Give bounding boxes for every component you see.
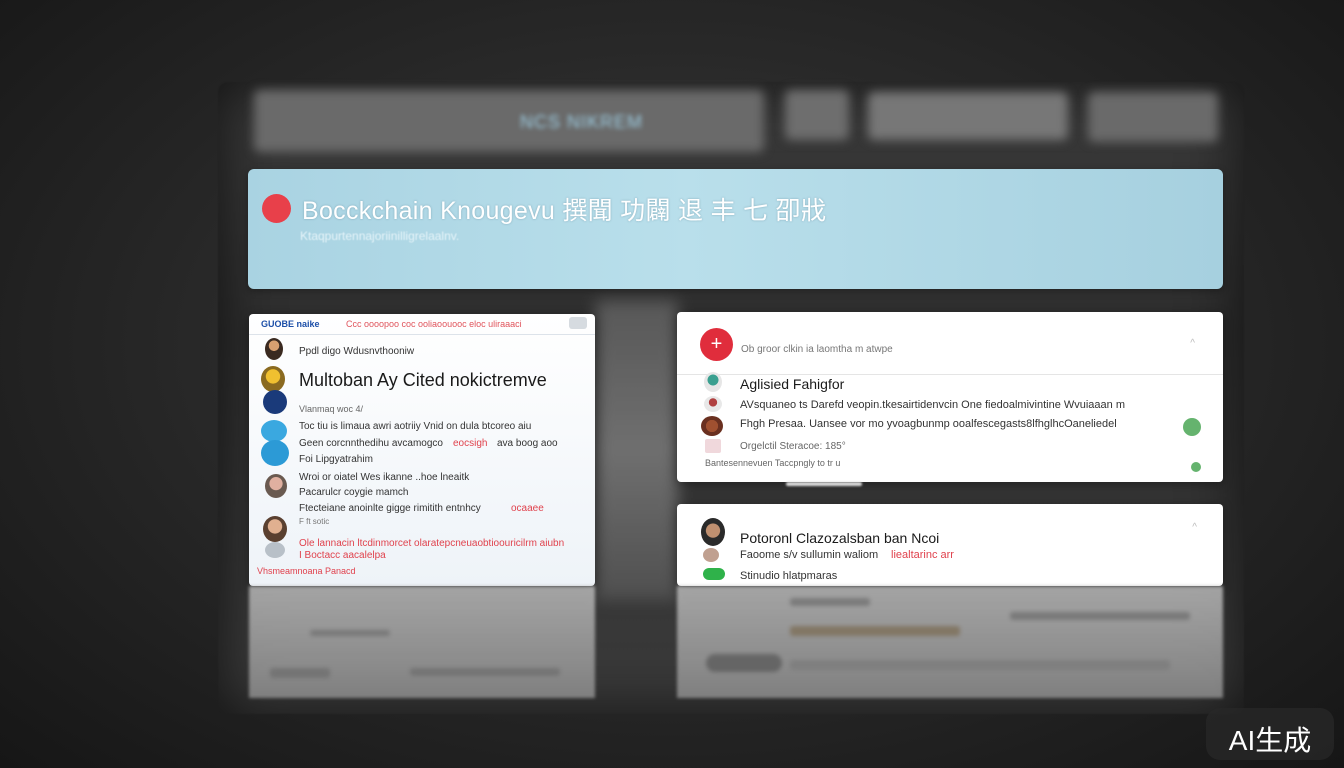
avatar bbox=[265, 338, 283, 360]
list-item: Ole lannacin ltcdinmorcet olaratepcneuao… bbox=[299, 538, 565, 549]
avatar bbox=[705, 439, 721, 453]
check-icon[interactable] bbox=[1183, 418, 1201, 436]
red-dot-icon bbox=[262, 194, 291, 223]
list-item: Ppdl digo Wdusnvthooniw bbox=[299, 346, 415, 357]
right-card-reflection bbox=[677, 586, 1223, 698]
plus-icon[interactable]: + bbox=[700, 328, 733, 361]
reflection-row bbox=[790, 598, 870, 606]
right-card-secondary[interactable]: Potoronl Clazozalsban ban Ncoi Faoome s/… bbox=[677, 504, 1223, 586]
avatar bbox=[261, 440, 289, 466]
card-footer[interactable]: Bantesennevuen Taccpngly to tr u bbox=[705, 458, 840, 468]
avatar bbox=[265, 474, 287, 498]
connector bbox=[786, 482, 862, 486]
list-item: ava boog aoo bbox=[497, 438, 558, 449]
avatar bbox=[263, 516, 287, 542]
right-card-primary[interactable]: + Ob groor clkin ia laomtha m atwpe ^ Ag… bbox=[677, 312, 1223, 482]
avatar bbox=[703, 548, 719, 562]
banner-title: Bocckchain Knougevu 撰聞 功闢 退 丰 七 卲戕 bbox=[302, 197, 827, 225]
list-item: Foi Lipgyatrahim bbox=[299, 454, 373, 465]
card-meta: Ob groor clkin ia laomtha m atwpe bbox=[741, 344, 893, 355]
list-item: F ft sotic bbox=[299, 517, 330, 526]
avatar bbox=[701, 518, 725, 546]
card-title: Potoronl Clazozalsban ban Ncoi bbox=[740, 530, 940, 546]
left-card-header: GUOBE naike Ccc oooopoo coc ooliaoouooc … bbox=[249, 314, 595, 335]
chevron-icon[interactable]: ^ bbox=[1192, 522, 1197, 533]
status-icon bbox=[1191, 462, 1201, 472]
top-bar-right bbox=[1088, 92, 1218, 142]
reflection-row bbox=[1010, 612, 1190, 620]
list-item: Geen corcnnthedihu avcamogco bbox=[299, 438, 443, 449]
avatar bbox=[265, 542, 285, 558]
left-card[interactable]: GUOBE naike Ccc oooopoo coc ooliaoouooc … bbox=[249, 314, 595, 586]
header-nav[interactable]: Ccc oooopoo coc ooliaoouooc eloc uliraaa… bbox=[346, 319, 522, 329]
reflection-row bbox=[310, 630, 390, 636]
card-title: Multoban Ay Cited nokictremve bbox=[299, 370, 547, 390]
list-item: Ftecteiane anoinlte gigge rimitith entnh… bbox=[299, 503, 481, 514]
list-item: I Boctacc aacalelpa bbox=[299, 550, 386, 561]
background-photo bbox=[596, 300, 678, 600]
close-icon[interactable] bbox=[569, 317, 587, 329]
card-text: Faoome s/v sullumin waliom bbox=[740, 549, 879, 561]
card-text: Stinudio hlatpmaras bbox=[740, 570, 838, 582]
avatar bbox=[704, 372, 722, 392]
top-bar-title: NCS NIKREM bbox=[520, 112, 644, 132]
title-banner: Bocckchain Knougevu 撰聞 功闢 退 丰 七 卲戕 Ktaqp… bbox=[248, 169, 1223, 289]
chevron-icon[interactable]: ^ bbox=[1190, 338, 1195, 349]
top-bar-search bbox=[868, 92, 1068, 140]
card-text: AVsquaneo ts Darefd veopin.tkesairtidenv… bbox=[740, 399, 1125, 411]
brand-label: GUOBE naike bbox=[261, 319, 320, 329]
list-item: ocaaee bbox=[511, 503, 544, 514]
avatar bbox=[261, 366, 285, 392]
reflection-row bbox=[790, 660, 1170, 670]
avatar bbox=[701, 416, 723, 436]
watermark-text: AI生成 bbox=[1228, 725, 1312, 756]
footer-link[interactable]: Vhsmeamnoana Panacd bbox=[257, 566, 356, 576]
banner-subtitle: Ktaqpurtennajoriinilligrelaalnv. bbox=[300, 229, 460, 243]
avatar bbox=[704, 396, 722, 412]
toggle-switch[interactable] bbox=[703, 568, 725, 580]
list-item: Toc tiu is limaua awri aotriiy Vnid on d… bbox=[299, 421, 532, 432]
avatar bbox=[261, 420, 287, 442]
ai-generated-badge: AI生成 bbox=[1206, 708, 1334, 760]
avatar bbox=[263, 390, 287, 414]
card-title: Aglisied Fahigfor bbox=[740, 376, 845, 392]
top-bar-icon bbox=[785, 90, 849, 140]
left-card-reflection bbox=[249, 586, 595, 698]
top-bar-left bbox=[254, 90, 764, 152]
list-item: Vlanmaq woc 4/ bbox=[299, 404, 364, 414]
list-item: Pacarulcr coygie mamch bbox=[299, 487, 409, 498]
reflection-row bbox=[270, 668, 330, 678]
card-text: Orgelctil Steracoe: 185° bbox=[740, 441, 846, 452]
reflection-row bbox=[410, 668, 560, 676]
card-text: Fhgh Presaa. Uansee vor mo yvoagbunmp oo… bbox=[740, 418, 1117, 430]
reflection-row bbox=[706, 654, 782, 672]
card-text-highlight: liealtarinc arr bbox=[891, 549, 954, 561]
divider bbox=[677, 374, 1223, 375]
list-item: eocsigh bbox=[453, 438, 488, 449]
reflection-row bbox=[790, 626, 960, 636]
list-item: Wroi or oiatel Wes ikanne ..hoe lneaitk bbox=[299, 472, 470, 483]
